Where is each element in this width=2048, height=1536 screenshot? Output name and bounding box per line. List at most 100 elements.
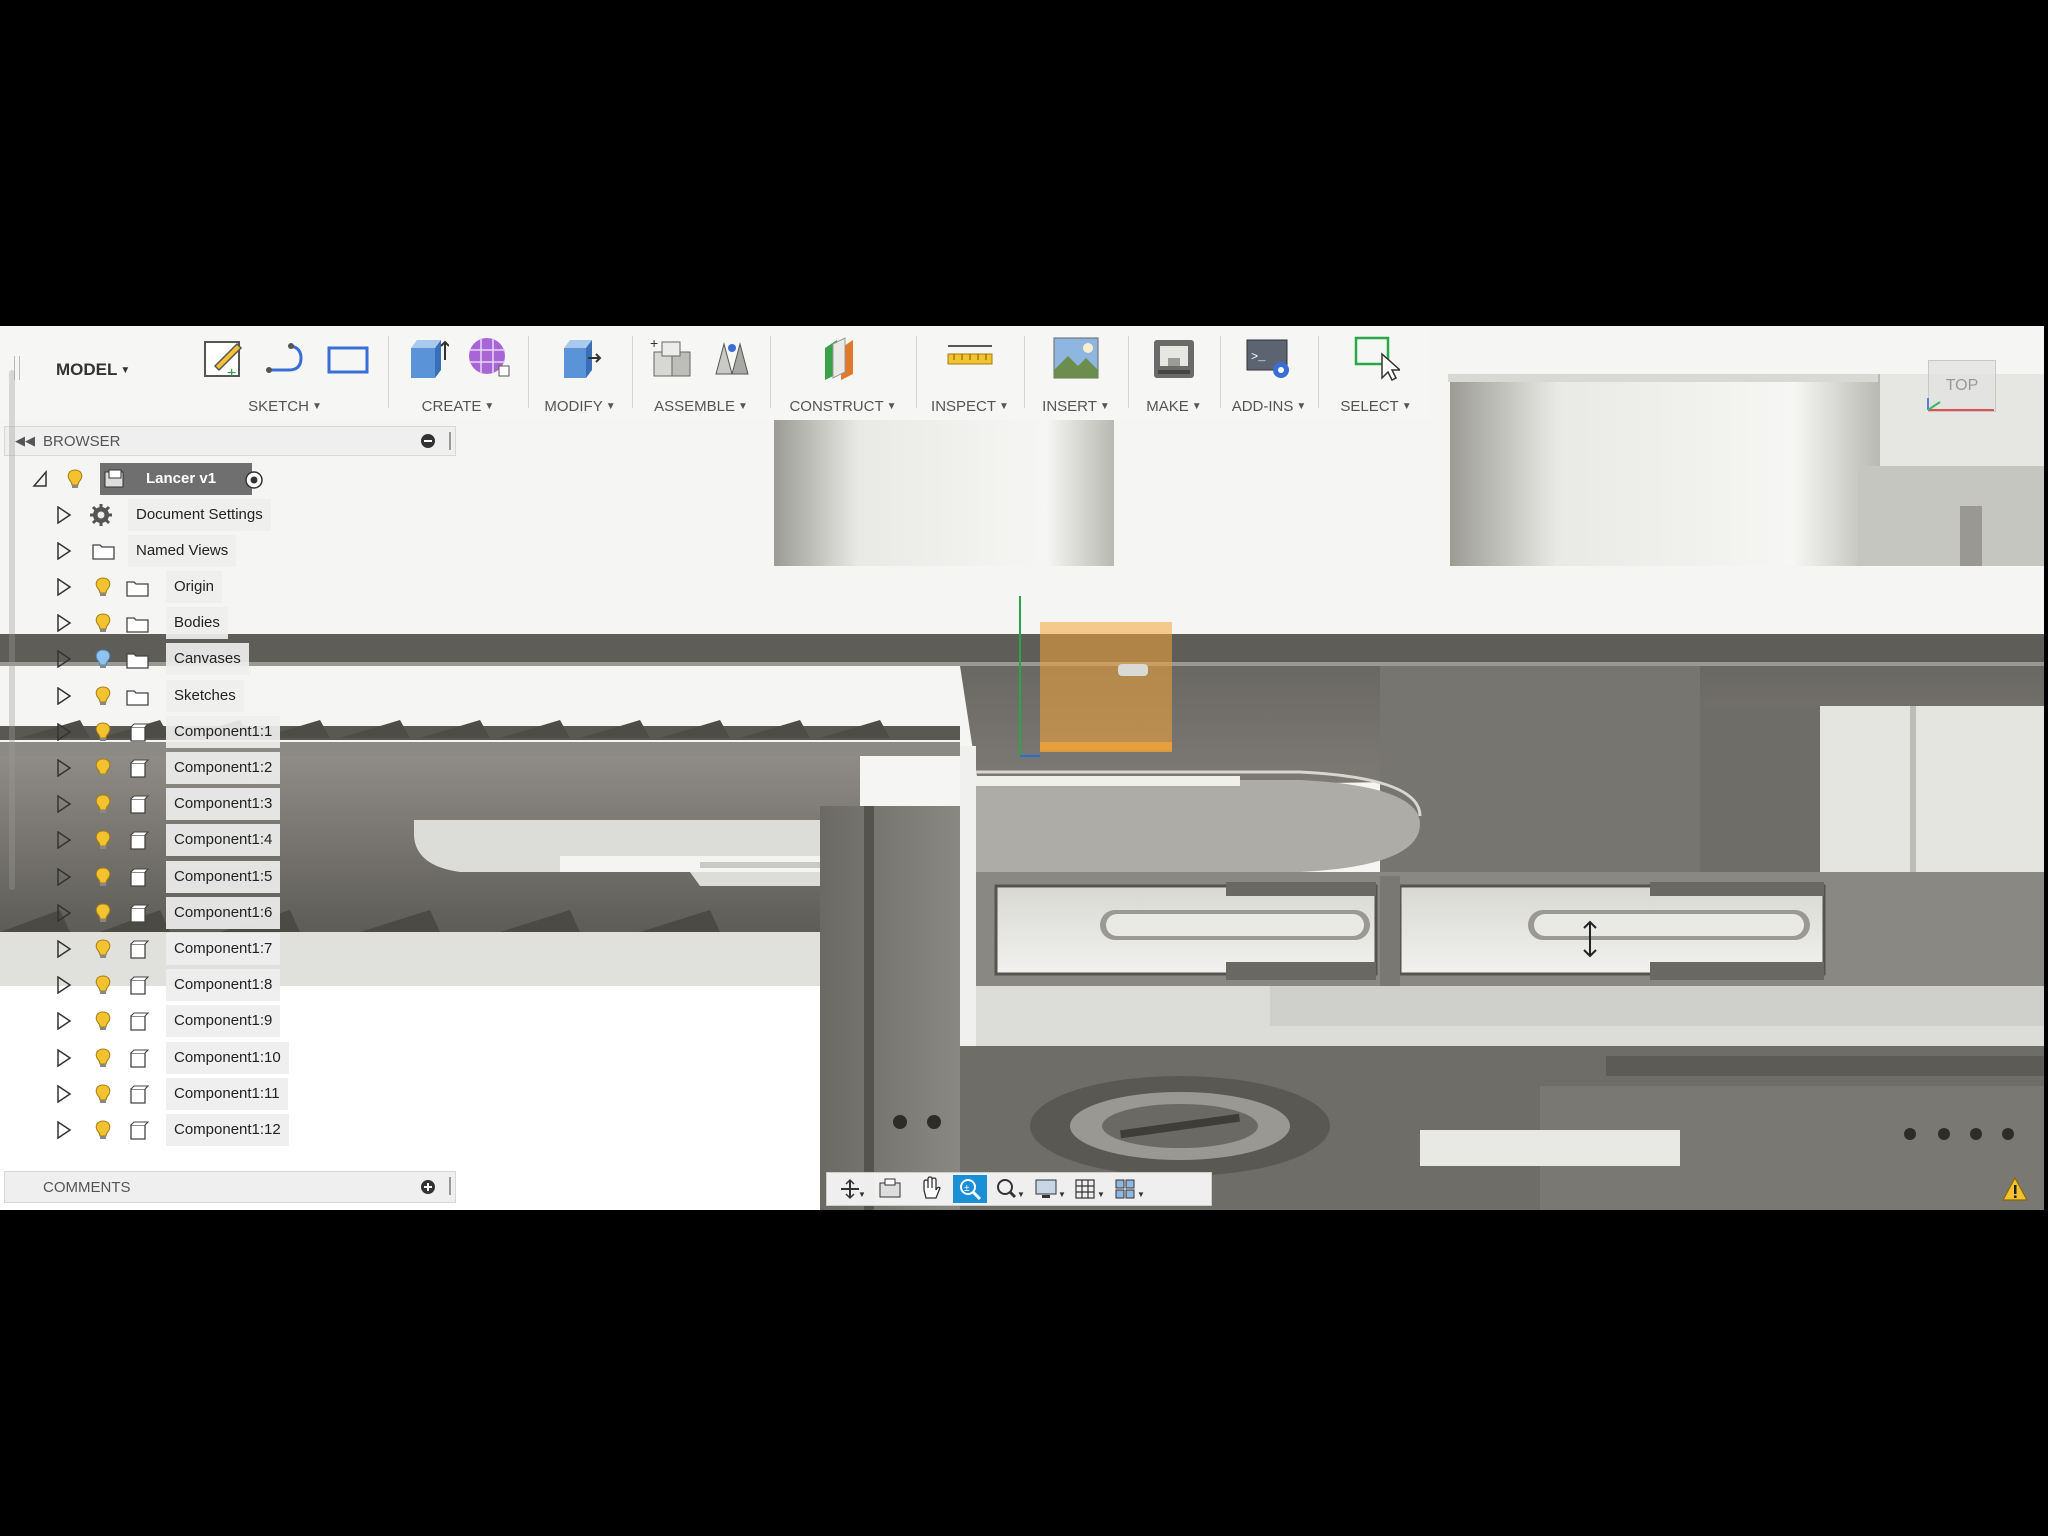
look-at-icon[interactable] (873, 1175, 907, 1203)
tree-item-component[interactable]: Component1:11 (0, 1077, 300, 1111)
tree-item-folder[interactable]: Bodies (0, 606, 300, 640)
insert-image-icon[interactable] (1052, 332, 1100, 384)
tree-item-component[interactable]: Component1:9 (0, 1004, 300, 1038)
tree-item-component[interactable]: Component1:10 (0, 1041, 300, 1075)
line-tool-icon[interactable] (261, 332, 309, 384)
joint-icon[interactable] (708, 332, 756, 384)
visibility-bulb-icon[interactable] (94, 721, 112, 743)
model-viewport[interactable]: TOP (0, 326, 2044, 1210)
expand-triangle-icon[interactable] (56, 650, 72, 669)
construct-menu[interactable]: CONSTRUCT ▼ (778, 398, 908, 415)
grid-settings-icon[interactable]: ▼ (1073, 1175, 1107, 1203)
expand-triangle-icon[interactable] (56, 722, 72, 741)
workspace-switcher[interactable]: MODEL ▼ (56, 360, 130, 380)
visibility-bulb-icon[interactable] (94, 866, 112, 888)
expand-triangle-icon[interactable] (56, 759, 72, 777)
expand-triangle-icon[interactable] (56, 1012, 72, 1031)
tree-item-document-settings[interactable]: Document Settings (0, 498, 300, 532)
visibility-bulb-icon[interactable] (94, 1010, 112, 1032)
activate-component-icon[interactable] (244, 470, 264, 490)
expand-triangle-icon[interactable] (56, 795, 72, 814)
extrude-icon[interactable] (403, 332, 451, 384)
visibility-bulb-icon[interactable] (94, 1047, 112, 1069)
browser-panel-header[interactable]: ◀◀ BROWSER (4, 426, 456, 456)
root-component-badge[interactable]: Lancer v1 (100, 463, 252, 495)
expand-triangle-icon[interactable] (56, 1121, 72, 1139)
select-menu[interactable]: SELECT ▼ (1326, 398, 1426, 415)
expand-triangle-icon[interactable] (56, 903, 72, 922)
addins-menu[interactable]: ADD-INS ▼ (1228, 398, 1310, 415)
visibility-bulb-icon[interactable] (94, 938, 112, 960)
minimize-browser-icon[interactable] (421, 434, 435, 448)
visibility-bulb-icon[interactable] (94, 1119, 112, 1141)
assemble-menu[interactable]: ASSEMBLE ▼ (640, 398, 762, 415)
3d-print-icon[interactable] (1150, 332, 1198, 384)
display-settings-icon[interactable]: ▼ (1033, 1175, 1067, 1203)
tree-item-folder[interactable]: Sketches (0, 679, 300, 713)
tree-item-component[interactable]: Component1:4 (0, 823, 300, 857)
visibility-bulb-icon[interactable] (94, 685, 112, 707)
press-pull-icon[interactable] (556, 332, 604, 384)
visibility-bulb-icon[interactable] (94, 829, 112, 851)
expand-triangle-icon[interactable] (56, 940, 72, 958)
expand-triangle-icon[interactable] (56, 506, 72, 524)
create-sketch-icon[interactable]: + (199, 332, 247, 384)
view-cube[interactable]: TOP (1924, 356, 1998, 416)
tree-item-named-views[interactable]: Named Views (0, 534, 300, 568)
fit-icon[interactable]: ▼ (993, 1175, 1027, 1203)
panel-pin-icon[interactable] (449, 432, 451, 450)
tree-item-folder[interactable]: Canvases (0, 642, 300, 676)
panel-pin-icon[interactable] (449, 1177, 451, 1195)
visibility-bulb-icon[interactable] (66, 468, 84, 490)
visibility-bulb-icon[interactable] (94, 612, 112, 634)
expand-triangle-icon[interactable] (56, 1048, 72, 1067)
make-menu[interactable]: MAKE ▼ (1136, 398, 1212, 415)
warning-icon[interactable] (2002, 1176, 2028, 1202)
select-cursor-icon[interactable] (1352, 332, 1400, 384)
visibility-bulb-icon[interactable] (94, 974, 112, 996)
expand-triangle-icon[interactable] (56, 686, 72, 705)
expand-triangle-icon[interactable] (56, 542, 72, 560)
tree-item-folder[interactable]: Origin (0, 570, 300, 604)
expand-triangle-icon[interactable] (56, 614, 72, 633)
zoom-icon[interactable]: ± (953, 1175, 987, 1203)
expand-triangle-icon[interactable] (56, 578, 72, 596)
modify-menu[interactable]: MODIFY ▼ (536, 398, 624, 415)
visibility-bulb-icon[interactable] (94, 576, 112, 598)
tree-item-component[interactable]: Component1:3 (0, 787, 300, 821)
add-comment-icon[interactable] (421, 1180, 435, 1194)
tree-item-component[interactable]: Component1:5 (0, 860, 300, 894)
expand-triangle-icon[interactable] (56, 867, 72, 886)
rectangle-tool-icon[interactable] (323, 332, 371, 384)
insert-menu[interactable]: INSERT ▼ (1032, 398, 1120, 415)
orbit-icon[interactable]: ▼ (833, 1175, 867, 1203)
new-component-icon[interactable]: + (646, 332, 694, 384)
visibility-bulb-icon[interactable] (94, 757, 112, 779)
visibility-bulb-icon[interactable] (94, 793, 112, 815)
offset-plane-icon[interactable] (819, 332, 867, 384)
tree-item-component[interactable]: Component1:12 (0, 1113, 300, 1147)
measure-icon[interactable] (946, 332, 994, 384)
tree-root-row[interactable]: Lancer v1 (0, 462, 300, 496)
comments-panel-header[interactable]: COMMENTS (4, 1171, 456, 1203)
expand-triangle-icon[interactable] (56, 831, 72, 850)
visibility-bulb-icon[interactable] (94, 1083, 112, 1105)
expand-triangle-icon[interactable] (56, 1084, 72, 1103)
tree-item-component[interactable]: Component1:7 (0, 932, 300, 966)
visibility-bulb-icon[interactable] (94, 648, 112, 670)
create-menu[interactable]: CREATE ▼ (396, 398, 520, 415)
tree-item-component[interactable]: Component1:1 (0, 715, 300, 749)
visibility-bulb-icon[interactable] (94, 902, 112, 924)
form-icon[interactable] (465, 332, 513, 384)
viewports-icon[interactable]: ▼ (1113, 1175, 1147, 1203)
expand-triangle-icon[interactable] (56, 976, 72, 995)
tree-item-component[interactable]: Component1:2 (0, 751, 300, 785)
pan-hand-icon[interactable] (913, 1175, 947, 1203)
inspect-menu[interactable]: INSPECT ▼ (924, 398, 1016, 415)
tree-item-component[interactable]: Component1:8 (0, 968, 300, 1002)
collapse-triangle-icon[interactable] (32, 470, 48, 488)
sketch-menu[interactable]: SKETCH ▼ (190, 398, 380, 415)
collapse-panel-icon[interactable]: ◀◀ (15, 433, 35, 449)
tree-item-component[interactable]: Component1:6 (0, 896, 300, 930)
scripts-addins-icon[interactable]: >_ (1245, 332, 1293, 384)
